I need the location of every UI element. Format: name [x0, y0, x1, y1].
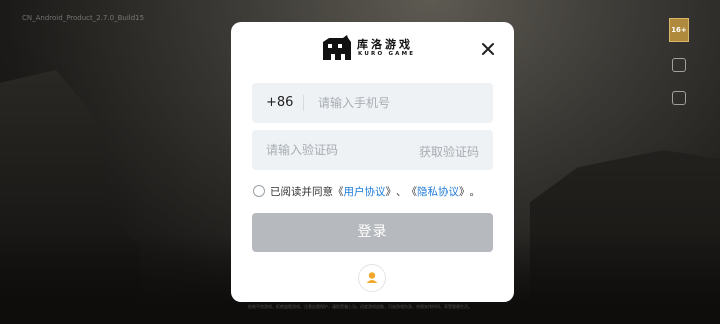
- announcement-icon[interactable]: [672, 58, 686, 72]
- kuro-logo-icon: [323, 35, 351, 60]
- country-code[interactable]: +86: [266, 95, 293, 110]
- logo-title-en: KURO GAME: [358, 51, 416, 57]
- health-notice-text: 抵制不良游戏，拒绝盗版游戏。注意自我保护，谨防受骗上当。适度游戏益脑，沉迷游戏伤…: [248, 304, 472, 309]
- user-agreement-link[interactable]: 用户协议: [344, 184, 386, 199]
- privacy-agreement-link[interactable]: 隐私协议: [417, 184, 459, 199]
- close-icon[interactable]: [480, 41, 496, 57]
- login-button[interactable]: 登录: [252, 213, 493, 252]
- phone-field: +86: [252, 83, 493, 123]
- verification-code-field: 获取验证码: [252, 130, 493, 170]
- bracket-open-2: 《: [406, 185, 418, 198]
- bracket-close-2: 》: [459, 185, 470, 198]
- agreement-separator: 、: [396, 185, 407, 198]
- side-toolbar: 16+: [668, 18, 690, 124]
- phone-input[interactable]: [318, 83, 483, 123]
- kuro-game-logo: 库洛游戏 KURO GAME: [321, 34, 426, 62]
- get-code-button[interactable]: 获取验证码: [419, 143, 479, 160]
- logo-title-cn: 库洛游戏: [357, 38, 413, 51]
- user-icon: [366, 272, 378, 283]
- bracket-open-1: 《: [333, 185, 344, 198]
- agreement-row: 已阅读并同意 《 用户协议 》 、 《 隐私协议 》 。: [253, 183, 480, 199]
- agreement-prefix: 已阅读并同意: [270, 185, 333, 198]
- agreement-end: 。: [469, 185, 481, 198]
- build-version-label: CN_Android_Product_2.7.0_Build15: [22, 14, 145, 22]
- refresh-icon[interactable]: [672, 91, 686, 105]
- age-rating-badge: 16+: [669, 18, 689, 42]
- verification-code-input[interactable]: [266, 130, 406, 170]
- field-divider: [303, 95, 304, 111]
- login-dialog: 库洛游戏 KURO GAME +86 获取验证码 已阅读并同意 《 用户协议 》…: [231, 22, 514, 302]
- bracket-close-1: 》: [385, 185, 397, 198]
- agreement-checkbox[interactable]: [253, 185, 265, 197]
- account-login-button[interactable]: [358, 264, 386, 292]
